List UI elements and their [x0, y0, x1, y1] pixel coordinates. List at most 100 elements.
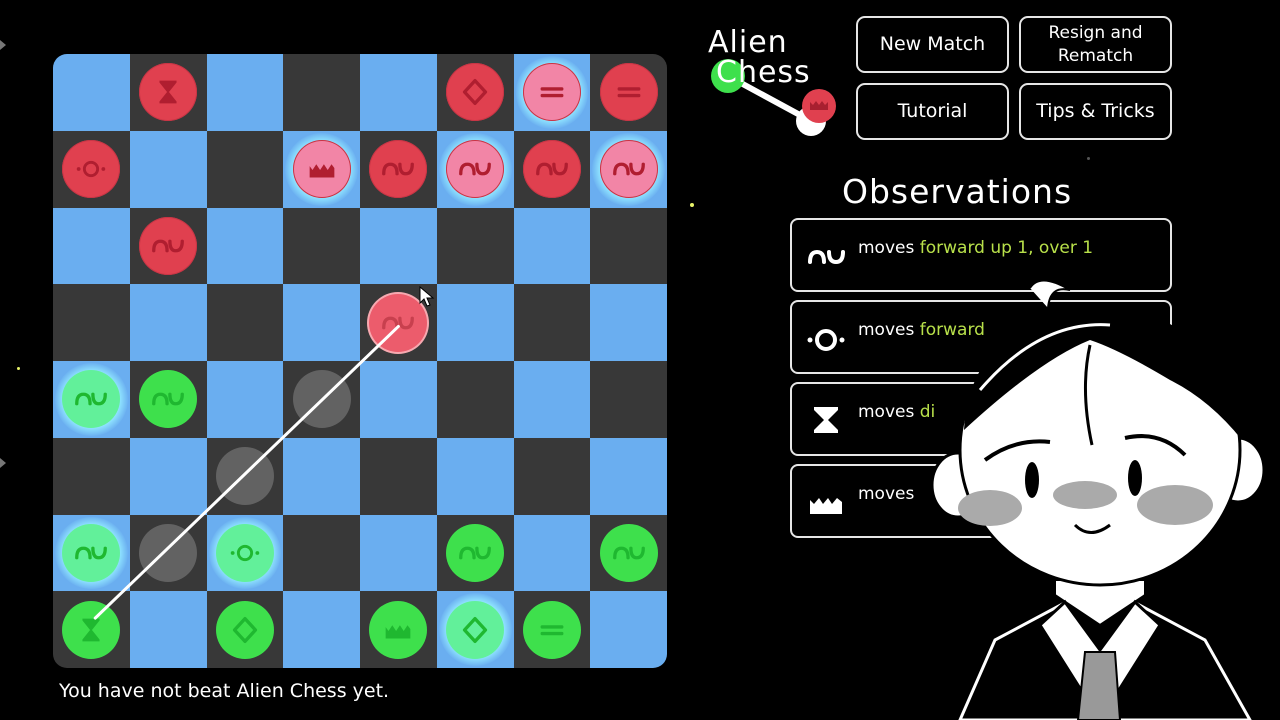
green-piece-diamond[interactable]	[215, 600, 274, 659]
board-square[interactable]	[129, 130, 207, 208]
board-square[interactable]	[590, 437, 667, 515]
diamond-glyph-icon	[463, 616, 488, 643]
board-square[interactable]	[53, 361, 130, 438]
board-square[interactable]	[360, 437, 437, 515]
board-square[interactable]	[53, 591, 130, 668]
board-square[interactable]	[53, 437, 130, 515]
board-square[interactable]	[129, 207, 207, 285]
red-piece-hourglass[interactable]	[139, 63, 198, 122]
board-square[interactable]	[283, 54, 360, 131]
board-square[interactable]	[129, 591, 207, 668]
green-piece-hourglass[interactable]	[62, 600, 121, 659]
red-piece-nu[interactable]	[446, 140, 505, 199]
new-match-button[interactable]: New Match	[856, 16, 1009, 73]
board-square[interactable]	[436, 437, 514, 515]
board-square[interactable]	[283, 514, 360, 592]
board-square[interactable]	[53, 284, 130, 361]
board-square[interactable]	[206, 54, 284, 131]
board-square[interactable]	[590, 591, 667, 668]
green-piece-diamond[interactable]	[446, 600, 505, 659]
red-piece-equals[interactable]	[522, 63, 581, 122]
board-square[interactable]	[129, 284, 207, 361]
red-piece-nu[interactable]	[522, 140, 581, 199]
board-square[interactable]	[436, 284, 514, 361]
board-square[interactable]	[129, 437, 207, 515]
board-square[interactable]	[513, 361, 591, 438]
board-square[interactable]	[283, 437, 360, 515]
board-square[interactable]	[206, 361, 284, 438]
green-piece-crown[interactable]	[369, 600, 428, 659]
green-piece-nu[interactable]	[599, 523, 658, 582]
board-square[interactable]	[513, 130, 591, 208]
board-square[interactable]	[590, 130, 667, 208]
background-star	[1087, 157, 1090, 160]
tutorial-button[interactable]: Tutorial	[856, 83, 1009, 140]
board-square[interactable]	[360, 591, 437, 668]
board-square[interactable]	[206, 514, 284, 592]
board-square[interactable]	[436, 591, 514, 668]
board-square[interactable]	[513, 591, 591, 668]
board-square[interactable]	[436, 54, 514, 131]
board-square[interactable]	[513, 514, 591, 592]
chess-board[interactable]	[53, 54, 667, 668]
move-path-marker	[139, 523, 198, 582]
board-square[interactable]	[283, 284, 360, 361]
tips-tricks-button[interactable]: Tips & Tricks	[1019, 83, 1172, 140]
observation-text: moves forward up 1, over 1	[858, 238, 1093, 258]
board-square[interactable]	[513, 54, 591, 131]
red-piece-nu[interactable]	[369, 140, 428, 199]
green-piece-nu[interactable]	[62, 523, 121, 582]
red-piece-equals[interactable]	[599, 63, 658, 122]
move-path-marker	[215, 447, 274, 506]
board-square[interactable]	[436, 207, 514, 285]
move-path-marker	[292, 370, 351, 429]
board-square[interactable]	[436, 361, 514, 438]
green-piece-nu[interactable]	[139, 370, 198, 429]
board-square[interactable]	[206, 437, 284, 515]
board-square[interactable]	[513, 207, 591, 285]
board-square[interactable]	[283, 361, 360, 438]
red-piece-nu[interactable]	[139, 216, 198, 275]
board-square[interactable]	[129, 514, 207, 592]
mouse-cursor-icon	[419, 286, 435, 307]
board-square[interactable]	[283, 591, 360, 668]
board-square[interactable]	[53, 514, 130, 592]
green-piece-equals[interactable]	[522, 600, 581, 659]
green-piece-ring[interactable]	[215, 523, 274, 582]
nu-glyph-icon	[612, 546, 645, 560]
board-square[interactable]	[590, 54, 667, 131]
board-square[interactable]	[53, 54, 130, 131]
green-piece-nu[interactable]	[446, 523, 505, 582]
tie	[1076, 651, 1122, 720]
board-square[interactable]	[360, 54, 437, 131]
board-square[interactable]	[53, 207, 130, 285]
board-square[interactable]	[590, 207, 667, 285]
red-piece-nu[interactable]	[599, 140, 658, 199]
nu-glyph-icon	[612, 162, 645, 176]
board-square[interactable]	[590, 514, 667, 592]
board-square[interactable]	[283, 130, 360, 208]
green-piece-nu[interactable]	[62, 370, 121, 429]
board-square[interactable]	[513, 284, 591, 361]
board-square[interactable]	[206, 207, 284, 285]
resign-rematch-button[interactable]: Resign and Rematch	[1019, 16, 1172, 73]
board-square[interactable]	[206, 284, 284, 361]
board-square[interactable]	[206, 130, 284, 208]
board-square[interactable]	[283, 207, 360, 285]
board-square[interactable]	[360, 514, 437, 592]
board-square[interactable]	[53, 130, 130, 208]
board-square[interactable]	[129, 54, 207, 131]
board-square[interactable]	[206, 591, 284, 668]
board-square[interactable]	[360, 130, 437, 208]
board-square[interactable]	[513, 437, 591, 515]
red-piece-ring[interactable]	[62, 140, 121, 199]
red-piece-diamond[interactable]	[446, 63, 505, 122]
board-square[interactable]	[129, 361, 207, 438]
board-square[interactable]	[360, 361, 437, 438]
board-square[interactable]	[590, 284, 667, 361]
board-square[interactable]	[360, 207, 437, 285]
board-square[interactable]	[590, 361, 667, 438]
red-piece-crown[interactable]	[292, 140, 351, 199]
board-square[interactable]	[436, 514, 514, 592]
board-square[interactable]	[436, 130, 514, 208]
